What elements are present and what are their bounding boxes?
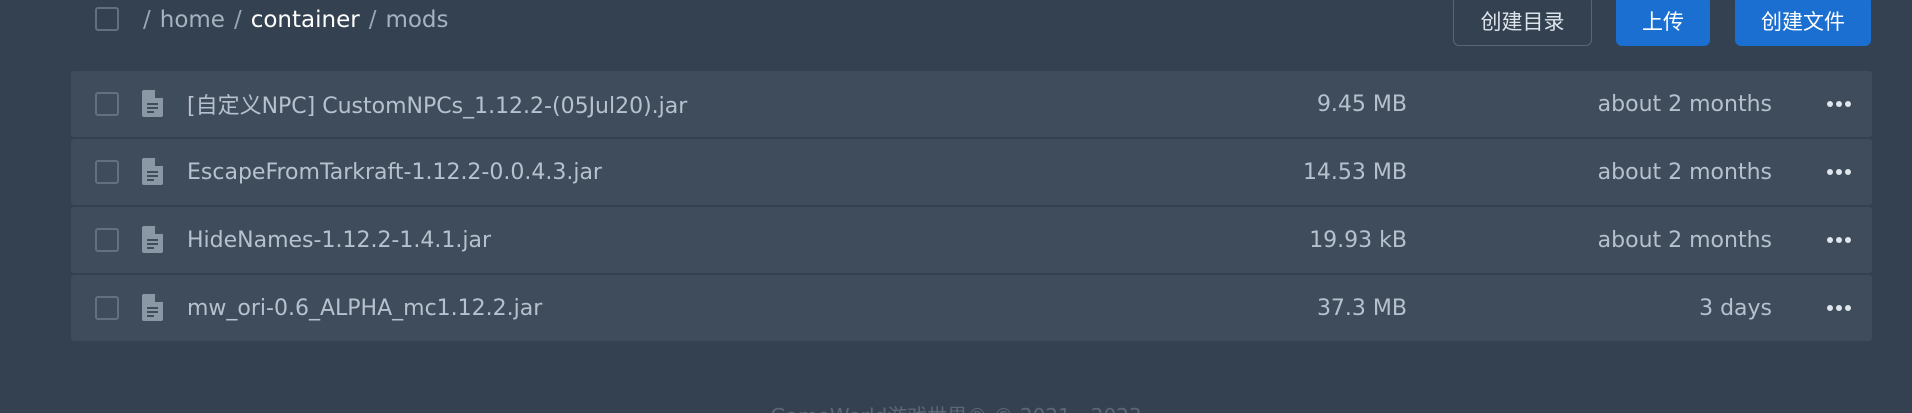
breadcrumb-separator: / [233,7,242,33]
file-size: 19.93 kB [1309,227,1407,253]
file-modified: about 2 months [1597,91,1772,117]
file-toolbar: / home / container / mods 创建目录 上传 创建文件 [0,0,1912,55]
file-row[interactable]: EscapeFromTarkraft-1.12.2-0.0.4.3.jar 14… [71,139,1872,205]
select-all-checkbox[interactable] [95,7,119,31]
file-name[interactable]: EscapeFromTarkraft-1.12.2-0.0.4.3.jar [187,139,602,205]
more-dot-icon [1827,169,1833,175]
breadcrumb-separator: / [368,7,377,33]
more-dot-icon [1845,169,1851,175]
breadcrumb-item-container[interactable]: container [251,7,360,33]
more-dot-icon [1836,101,1842,107]
more-dot-icon [1827,101,1833,107]
file-name[interactable]: [自定义NPC] CustomNPCs_1.12.2-(05Jul20).jar [187,71,687,137]
file-size: 14.53 MB [1302,159,1407,185]
row-checkbox[interactable] [95,92,119,116]
file-row[interactable]: [自定义NPC] CustomNPCs_1.12.2-(05Jul20).jar… [71,71,1872,137]
file-size: 9.45 MB [1316,91,1407,117]
file-row[interactable]: mw_ori-0.6_ALPHA_mc1.12.2.jar 37.3 MB 3 … [71,275,1872,341]
breadcrumb-item-mods[interactable]: mods [385,7,448,33]
file-modified: about 2 months [1597,227,1772,253]
more-dot-icon [1845,305,1851,311]
file-icon [142,294,163,321]
more-actions-button[interactable] [1824,91,1854,117]
breadcrumb-item-home[interactable]: home [160,7,225,33]
more-dot-icon [1836,237,1842,243]
more-dot-icon [1827,305,1833,311]
file-icon [142,90,163,117]
breadcrumb: / home / container / mods [143,4,449,36]
more-dot-icon [1836,305,1842,311]
file-manager-page: / home / container / mods 创建目录 上传 创建文件 [… [0,0,1912,413]
file-name[interactable]: HideNames-1.12.2-1.4.1.jar [187,207,491,273]
row-checkbox[interactable] [95,296,119,320]
file-row[interactable]: HideNames-1.12.2-1.4.1.jar 19.93 kB abou… [71,207,1872,273]
more-dot-icon [1845,237,1851,243]
file-icon [142,226,163,253]
more-dot-icon [1836,169,1842,175]
upload-button[interactable]: 上传 [1616,0,1710,46]
file-name[interactable]: mw_ori-0.6_ALPHA_mc1.12.2.jar [187,275,542,341]
more-dot-icon [1827,237,1833,243]
more-actions-button[interactable] [1824,295,1854,321]
file-modified: about 2 months [1597,159,1772,185]
file-icon [142,158,163,185]
more-actions-button[interactable] [1824,159,1854,185]
file-modified: 3 days [1699,295,1772,321]
row-checkbox[interactable] [95,160,119,184]
more-actions-button[interactable] [1824,227,1854,253]
breadcrumb-separator: / [143,7,151,33]
file-list: [自定义NPC] CustomNPCs_1.12.2-(05Jul20).jar… [71,71,1872,343]
file-size: 37.3 MB [1316,295,1407,321]
create-directory-button[interactable]: 创建目录 [1453,0,1592,46]
create-file-button[interactable]: 创建文件 [1735,0,1871,46]
footer-copyright: GameWorld游戏世界® © 2021 - 2023 [0,400,1912,413]
row-checkbox[interactable] [95,228,119,252]
more-dot-icon [1845,101,1851,107]
